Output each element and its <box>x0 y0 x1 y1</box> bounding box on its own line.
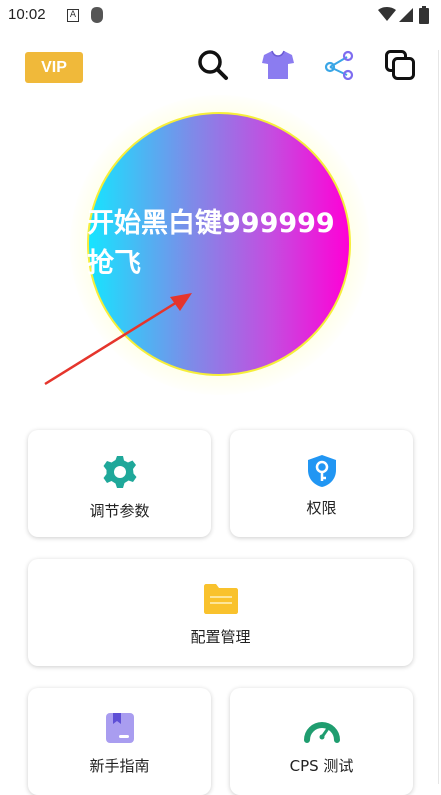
new-guide-label: 新手指南 <box>89 757 150 775</box>
signal-icon <box>398 7 414 27</box>
start-circle-label: 开始黑白键999999抢飞 <box>87 208 335 279</box>
share-icon <box>323 50 355 84</box>
status-time: 10:02 <box>8 6 46 23</box>
permissions-label: 权限 <box>306 499 337 517</box>
search-button[interactable] <box>195 49 231 85</box>
edge-divider <box>438 50 439 784</box>
status-a-icon: A <box>67 9 79 22</box>
config-manage-card[interactable]: 配置管理 <box>28 559 413 666</box>
cps-test-label: CPS 测试 <box>289 757 354 775</box>
arrow-icon <box>40 285 200 394</box>
folder-icon <box>203 583 239 619</box>
gauge-icon <box>303 714 340 748</box>
wifi-icon <box>378 7 396 26</box>
vip-button[interactable]: VIP <box>25 52 83 83</box>
shirt-icon <box>261 50 295 84</box>
new-guide-card[interactable]: 新手指南 <box>28 688 211 795</box>
adjust-params-label: 调节参数 <box>89 502 150 520</box>
adjust-params-card[interactable]: 调节参数 <box>28 430 211 537</box>
share-button[interactable] <box>321 49 357 85</box>
copy-button[interactable] <box>382 49 418 85</box>
theme-button[interactable] <box>260 49 296 85</box>
copy-icon <box>384 49 416 85</box>
key-icon <box>306 454 338 492</box>
shield-icon <box>90 6 104 28</box>
permissions-card[interactable]: 权限 <box>230 430 413 537</box>
search-icon <box>197 49 229 85</box>
battery-icon <box>419 6 429 28</box>
config-manage-label: 配置管理 <box>190 628 251 646</box>
gear-icon <box>102 454 138 494</box>
book-icon <box>105 712 135 748</box>
cps-test-card[interactable]: CPS 测试 <box>230 688 413 795</box>
status-bar: 10:02 A <box>0 0 441 32</box>
